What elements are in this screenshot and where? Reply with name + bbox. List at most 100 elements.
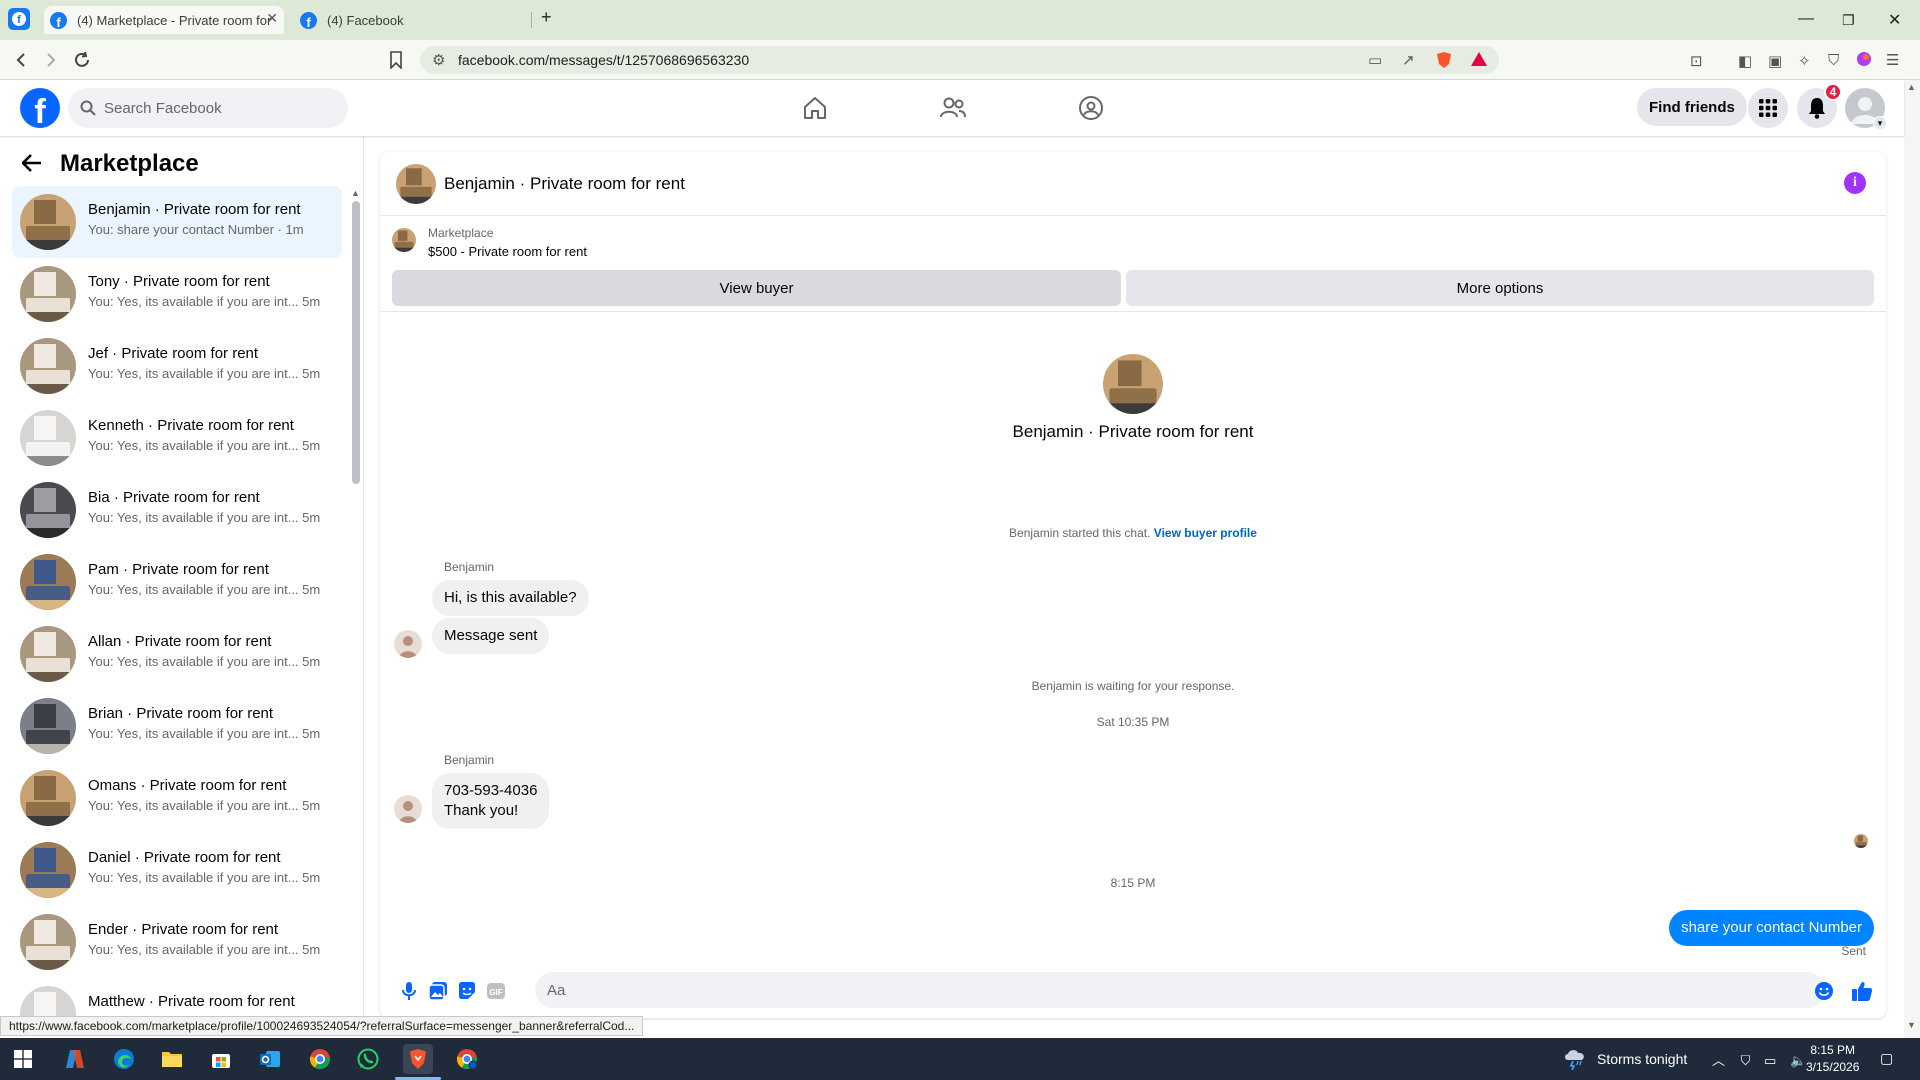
back-icon[interactable]	[10, 48, 34, 72]
file-explorer-icon[interactable]	[157, 1044, 187, 1074]
conversation-thumbnail	[20, 410, 76, 466]
incoming-message[interactable]: Hi, is this available?	[432, 580, 589, 616]
scroll-up-arrow-icon[interactable]: ▲	[351, 188, 360, 198]
tab-marketplace[interactable]: f (4) Marketplace - Private room for re …	[44, 6, 284, 34]
outgoing-message[interactable]: share your contact Number	[1669, 910, 1874, 946]
menu-icon[interactable]: ☰	[1886, 51, 1899, 69]
notification-center-icon[interactable]: ▢	[1880, 1050, 1893, 1067]
conversation-thumbnail	[20, 626, 76, 682]
sidebar-title: Marketplace	[60, 150, 199, 177]
chat-started-note: Benjamin started this chat. View buyer p…	[380, 526, 1886, 540]
sidebar-scrollbar[interactable]	[352, 201, 360, 484]
leo-ai-icon[interactable]: ✧	[1798, 52, 1811, 70]
search-input[interactable]	[104, 99, 324, 117]
view-buyer-button[interactable]: View buyer	[392, 270, 1121, 306]
profile-icon[interactable]	[1856, 51, 1872, 71]
menu-grid-icon[interactable]	[1748, 88, 1788, 128]
search-box[interactable]	[68, 88, 348, 128]
facebook-logo[interactable]: f	[20, 88, 60, 128]
conversation-item[interactable]: Jef · Private room for rent You: Yes, its…	[12, 330, 342, 402]
site-settings-icon[interactable]: ⚙	[432, 51, 445, 69]
message-input[interactable]	[535, 972, 1825, 1008]
chevron-down-icon[interactable]: ▾	[1873, 116, 1887, 130]
chat-title[interactable]: Benjamin · Private room for rent	[444, 174, 685, 194]
back-arrow-icon[interactable]	[21, 152, 42, 178]
weather-widget[interactable]: Storms tonight	[1563, 1048, 1687, 1070]
forward-icon[interactable]	[38, 48, 62, 72]
listing-thumbnail[interactable]	[392, 228, 416, 252]
facebook-app-icon[interactable]: f	[8, 8, 30, 30]
conversation-item[interactable]: Tony · Private room for rent You: Yes, it…	[12, 258, 342, 330]
close-tab-icon[interactable]: ✕	[266, 10, 278, 27]
find-friends-button[interactable]: Find friends	[1637, 88, 1747, 126]
browser-tab-bar: f f (4) Marketplace - Private room for r…	[0, 0, 1920, 40]
whatsapp-icon[interactable]	[353, 1044, 383, 1074]
conversation-name: Omans · Private room for rent	[88, 777, 287, 794]
conversation-item[interactable]: Allan · Private room for rent You: Yes, i…	[12, 618, 342, 690]
incoming-message[interactable]: Message sent	[432, 618, 550, 654]
sidebar-toggle-icon[interactable]: ◧	[1738, 52, 1752, 70]
conversation-item[interactable]: Ender · Private room for rent You: Yes, i…	[12, 906, 342, 978]
sticker-icon[interactable]	[456, 980, 478, 1002]
view-buyer-profile-link[interactable]: View buyer profile	[1154, 526, 1257, 540]
thumbs-up-icon[interactable]	[1851, 980, 1873, 1002]
incoming-message[interactable]: 703-593-4036 Thank you!	[432, 773, 550, 829]
microsoft-store-icon[interactable]	[206, 1044, 236, 1074]
conversation-item[interactable]: Kenneth · Private room for rent You: Yes,…	[12, 402, 342, 474]
share-icon[interactable]: ↗	[1402, 51, 1415, 69]
url-text[interactable]: facebook.com/messages/t/1257068696563230	[458, 52, 749, 68]
chrome-icon[interactable]	[305, 1044, 335, 1074]
page-scrollbar[interactable]: ▲ ▼	[1904, 80, 1920, 1038]
vpn-icon[interactable]: ⛉	[1828, 52, 1839, 69]
address-bar[interactable]: ⚙ facebook.com/messages/t/12570686965632…	[420, 46, 1499, 74]
info-icon[interactable]: i	[1844, 172, 1866, 194]
cast-icon[interactable]: ▭	[1368, 51, 1382, 69]
taskbar-clock[interactable]: 8:15 PM 3/15/2026	[1806, 1042, 1859, 1076]
sender-avatar	[394, 795, 422, 823]
conversation-item[interactable]: Bia · Private room for rent You: Yes, its…	[12, 474, 342, 546]
friends-nav-icon[interactable]	[933, 88, 973, 128]
sent-status: Sent	[1841, 944, 1866, 958]
minimize-icon[interactable]: —	[1798, 10, 1814, 28]
copilot-icon[interactable]	[60, 1044, 90, 1074]
network-icon[interactable]: ▭	[1764, 1053, 1776, 1068]
microphone-icon[interactable]	[398, 980, 420, 1002]
conversation-item[interactable]: Omans · Private room for rent You: Yes, i…	[12, 762, 342, 834]
close-window-icon[interactable]: ✕	[1888, 10, 1901, 30]
conversation-item[interactable]: Brian · Private room for rent You: Yes, i…	[12, 690, 342, 762]
conversation-item[interactable]: Matthew · Private room for rent	[12, 978, 342, 1018]
tab-facebook[interactable]: f (4) Facebook	[294, 6, 534, 34]
brave-rewards-icon[interactable]	[1470, 51, 1488, 71]
groups-nav-icon[interactable]	[1071, 88, 1111, 128]
chat-avatar[interactable]	[396, 164, 436, 204]
reload-icon[interactable]	[70, 48, 94, 72]
bookmark-icon[interactable]	[384, 48, 408, 72]
brave-browser-icon[interactable]	[403, 1044, 433, 1074]
photo-icon[interactable]	[427, 980, 449, 1002]
brave-shield-icon[interactable]	[1436, 51, 1452, 73]
scroll-down-arrow-icon[interactable]: ▼	[1907, 1020, 1916, 1030]
gif-icon[interactable]: GIF	[485, 980, 507, 1002]
more-options-button[interactable]: More options	[1126, 270, 1874, 306]
windows-taskbar: Storms tonight ︿ ⛉ ▭ 🔈 8:15 PM 3/15/2026…	[0, 1038, 1920, 1080]
conversation-item[interactable]: Benjamin · Private room for rent You: sha…	[12, 186, 342, 258]
wallet-icon[interactable]: ▣	[1768, 52, 1782, 70]
restore-icon[interactable]: ❐	[1842, 12, 1855, 29]
outlook-icon[interactable]	[255, 1044, 285, 1074]
security-icon[interactable]: ⛉	[1741, 1053, 1751, 1068]
edge-icon[interactable]	[109, 1044, 139, 1074]
listing-price-title[interactable]: $500 - Private room for rent	[428, 244, 587, 259]
scroll-up-arrow-icon[interactable]: ▲	[1907, 82, 1916, 92]
tab-search-icon[interactable]: ⊡	[1690, 52, 1703, 70]
chrome-profile-icon[interactable]	[452, 1044, 482, 1074]
home-nav-icon[interactable]	[795, 88, 835, 128]
new-tab-icon[interactable]: +	[541, 7, 552, 28]
chevron-up-icon[interactable]: ︿	[1712, 1053, 1725, 1068]
conversation-item[interactable]: Pam · Private room for rent You: Yes, its…	[12, 546, 342, 618]
volume-icon[interactable]: 🔈	[1790, 1053, 1806, 1068]
conversation-item[interactable]: Daniel · Private room for rent You: Yes, …	[12, 834, 342, 906]
conversation-name: Brian · Private room for rent	[88, 705, 274, 722]
conversation-thumbnail	[20, 266, 76, 322]
emoji-icon[interactable]	[1813, 980, 1835, 1002]
windows-start-icon[interactable]	[8, 1044, 38, 1074]
